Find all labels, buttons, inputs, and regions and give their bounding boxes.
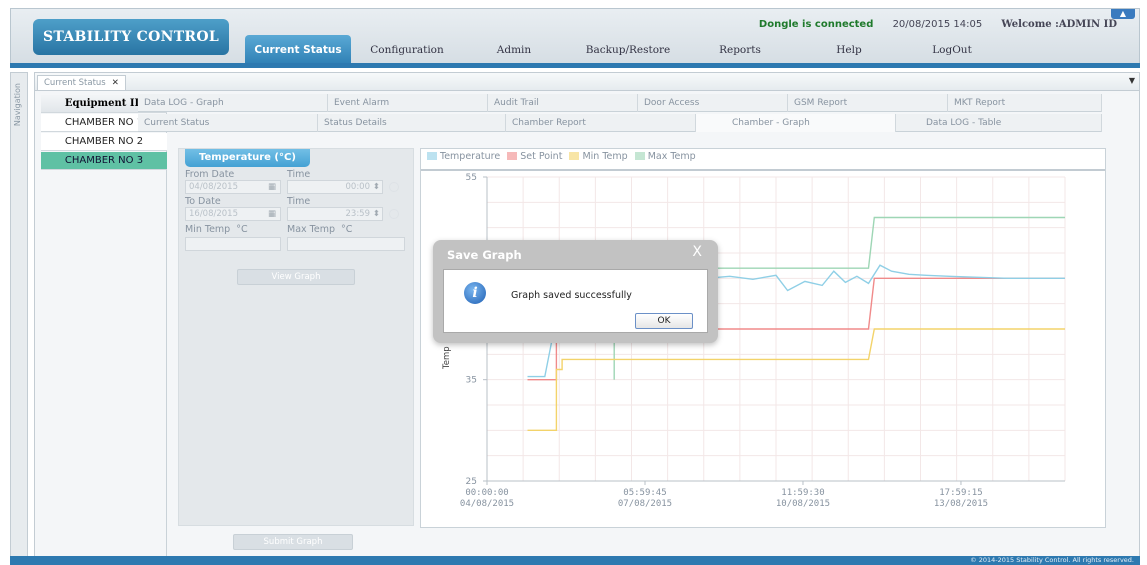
form-title: Temperature (°C) <box>185 149 310 167</box>
to-time-value: 23:59 <box>345 209 371 219</box>
report-tabs-row-2: Current Status Status Details Chamber Re… <box>138 114 1102 132</box>
to-time-input[interactable]: 23:59 ⬍ <box>287 207 383 221</box>
max-temp-label: Max Temp °C <box>287 224 352 235</box>
x-tick-label-time: 00:00:00 <box>465 488 508 498</box>
footer-copyright: © 2014-2015 Stability Control. All right… <box>970 556 1134 564</box>
nav-help[interactable]: Help <box>819 35 879 65</box>
min-temp-label-text: Min Temp <box>185 224 231 235</box>
nav-reports[interactable]: Reports <box>705 35 775 65</box>
collapse-icon[interactable]: ▲ <box>1111 9 1135 19</box>
content-tab-current-status[interactable]: Current Status ✕ <box>37 75 126 90</box>
app-root: STABILITY CONTROL Dongle is connected 20… <box>0 0 1147 565</box>
navigation-strip[interactable]: Navigation <box>10 72 28 560</box>
dialog-body: i Graph saved successfully OK <box>443 269 708 333</box>
nav-configuration[interactable]: Configuration <box>359 35 455 65</box>
from-date-label: From Date <box>185 169 235 180</box>
report-tabs-row-1: Data LOG - Graph Event Alarm Audit Trail… <box>138 94 1102 112</box>
tab-chamber-graph[interactable]: Chamber - Graph <box>696 114 896 132</box>
tab-door-access[interactable]: Door Access <box>638 94 788 112</box>
dialog-title: Save Graph <box>447 248 522 262</box>
equipment-list: Equipment ID CHAMBER NO 1 CHAMBER NO 2 C… <box>41 95 167 557</box>
spinner-indicator-icon <box>389 209 399 219</box>
min-temp-unit: °C <box>236 224 248 235</box>
header-bar <box>10 63 1140 68</box>
spinner-indicator-icon <box>389 182 399 192</box>
spinner-icon[interactable]: ⬍ <box>373 208 380 220</box>
dialog-message: Graph saved successfully <box>511 290 632 301</box>
spinner-icon[interactable]: ⬍ <box>373 181 380 193</box>
calendar-icon[interactable]: ▦ <box>268 181 276 193</box>
x-tick-label-time: 17:59:15 <box>939 488 982 498</box>
tab-data-log-graph[interactable]: Data LOG - Graph <box>138 94 328 112</box>
x-tick-label-date: 10/08/2015 <box>776 499 830 509</box>
dropdown-arrow-icon[interactable]: ▼ <box>1129 76 1135 85</box>
content-tabbar: Current Status ✕ ▼ <box>35 73 1139 91</box>
y-axis-label: Temp <box>442 346 452 370</box>
equipment-row-chamber-2[interactable]: CHAMBER NO 2 <box>41 133 167 151</box>
nav-backup-restore[interactable]: Backup/Restore <box>573 35 683 65</box>
tab-event-alarm[interactable]: Event Alarm <box>328 94 488 112</box>
tab-mkt-report[interactable]: MKT Report <box>948 94 1102 112</box>
welcome-text: Welcome :ADMIN ID <box>1001 19 1117 30</box>
x-tick-label-time: 05:59:45 <box>623 488 666 498</box>
status-line: Dongle is connected 20/08/2015 14:05 Wel… <box>743 19 1117 30</box>
datetime: 20/08/2015 14:05 <box>892 19 983 30</box>
tab-gsm-report[interactable]: GSM Report <box>788 94 948 112</box>
ok-button[interactable]: OK <box>635 313 693 329</box>
y-tick-label: 55 <box>466 173 477 183</box>
tab-data-log-table[interactable]: Data LOG - Table <box>896 114 1102 132</box>
brand-logo: STABILITY CONTROL <box>33 19 229 55</box>
tab-chamber-report[interactable]: Chamber Report <box>506 114 696 132</box>
to-date-label: To Date <box>185 196 221 207</box>
nav-current-status[interactable]: Current Status <box>245 35 351 65</box>
max-temp-input[interactable] <box>287 237 405 251</box>
y-tick-label: 35 <box>466 376 477 386</box>
content-tab-label: Current Status <box>44 78 106 88</box>
temperature-form: Temperature (°C) From Date Time 04/08/20… <box>178 148 414 526</box>
nav-admin[interactable]: Admin <box>479 35 549 65</box>
x-tick-label-date: 07/08/2015 <box>618 499 672 509</box>
from-time-value: 00:00 <box>345 182 371 192</box>
dialog-close-icon[interactable]: X <box>692 244 702 260</box>
navigation-label: Navigation <box>13 83 22 127</box>
min-temp-label: Min Temp °C <box>185 224 248 235</box>
from-date-input[interactable]: 04/08/2015 ▦ <box>185 180 281 194</box>
view-graph-button[interactable]: View Graph <box>237 269 355 285</box>
max-temp-unit: °C <box>341 224 353 235</box>
equipment-row-chamber-3[interactable]: CHAMBER NO 3 <box>41 152 167 170</box>
close-icon[interactable]: ✕ <box>112 78 119 88</box>
dongle-status: Dongle is connected <box>758 19 874 30</box>
max-temp-label-text: Max Temp <box>287 224 335 235</box>
tab-current-status[interactable]: Current Status <box>138 114 318 132</box>
from-time-label: Time <box>287 169 311 180</box>
x-tick-label-time: 11:59:30 <box>781 488 824 498</box>
to-date-input[interactable]: 16/08/2015 ▦ <box>185 207 281 221</box>
header: STABILITY CONTROL Dongle is connected 20… <box>10 8 1140 65</box>
x-tick-label-date: 04/08/2015 <box>460 499 514 509</box>
to-time-label: Time <box>287 196 311 207</box>
from-time-input[interactable]: 00:00 ⬍ <box>287 180 383 194</box>
y-tick-label: 25 <box>466 477 477 487</box>
nav-logout[interactable]: LogOut <box>917 35 987 65</box>
info-icon: i <box>464 282 486 304</box>
to-date-value: 16/08/2015 <box>189 209 238 219</box>
footer: © 2014-2015 Stability Control. All right… <box>10 556 1140 565</box>
calendar-icon[interactable]: ▦ <box>268 208 276 220</box>
tab-audit-trail[interactable]: Audit Trail <box>488 94 638 112</box>
x-tick-label-date: 13/08/2015 <box>934 499 988 509</box>
save-graph-dialog: Save Graph X i Graph saved successfully … <box>433 240 718 343</box>
min-temp-input[interactable] <box>185 237 281 251</box>
from-date-value: 04/08/2015 <box>189 182 238 192</box>
tab-status-details[interactable]: Status Details <box>318 114 506 132</box>
submit-graph-button[interactable]: Submit Graph <box>233 534 353 550</box>
